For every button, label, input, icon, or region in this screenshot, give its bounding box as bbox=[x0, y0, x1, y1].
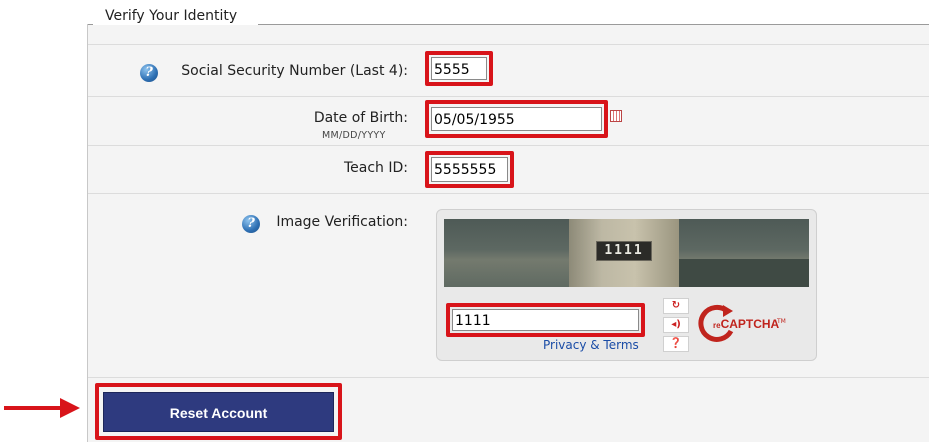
dob-format-hint: MM/DD/YYYY bbox=[322, 130, 386, 141]
captcha-response-input[interactable]: 1111 bbox=[452, 309, 639, 331]
teach-id-input[interactable]: 5555555 bbox=[431, 157, 508, 182]
arrow-icon bbox=[60, 398, 80, 418]
recaptcha-trademark: TM bbox=[777, 318, 786, 325]
ssn-label: Social Security Number (Last 4): bbox=[181, 63, 408, 79]
row-divider bbox=[88, 193, 929, 194]
privacy-terms-link[interactable]: Privacy & Terms bbox=[543, 338, 639, 352]
recaptcha-brand: reCAPTCHA bbox=[713, 317, 780, 331]
captcha-image-text: 1111 bbox=[596, 241, 652, 261]
calendar-icon[interactable] bbox=[610, 110, 622, 122]
ssn-input[interactable]: 5555 bbox=[431, 57, 487, 80]
help-icon[interactable]: ? bbox=[140, 64, 158, 82]
arrow-icon bbox=[4, 406, 62, 410]
captcha-image-door bbox=[679, 259, 809, 287]
row-divider bbox=[88, 44, 929, 45]
row-divider bbox=[88, 96, 929, 97]
row-divider bbox=[88, 377, 929, 378]
audio-icon[interactable]: ◂) bbox=[663, 317, 689, 333]
dob-input[interactable]: 05/05/1955 bbox=[431, 107, 602, 131]
fieldset-legend: Verify Your Identity bbox=[105, 8, 238, 24]
row-divider bbox=[88, 145, 929, 146]
captcha-label: Image Verification: bbox=[276, 214, 408, 230]
reset-account-button[interactable]: Reset Account bbox=[103, 392, 334, 432]
help-icon[interactable]: ? bbox=[242, 215, 260, 233]
fieldset-border bbox=[87, 24, 88, 442]
dob-label: Date of Birth: bbox=[313, 110, 408, 126]
captcha-help-icon[interactable]: ❓ bbox=[663, 336, 689, 352]
refresh-icon[interactable]: ↻ bbox=[663, 298, 689, 314]
fieldset-border bbox=[258, 24, 929, 25]
captcha-image: 1111 bbox=[444, 219, 809, 287]
teach-id-label: Teach ID: bbox=[343, 160, 408, 176]
